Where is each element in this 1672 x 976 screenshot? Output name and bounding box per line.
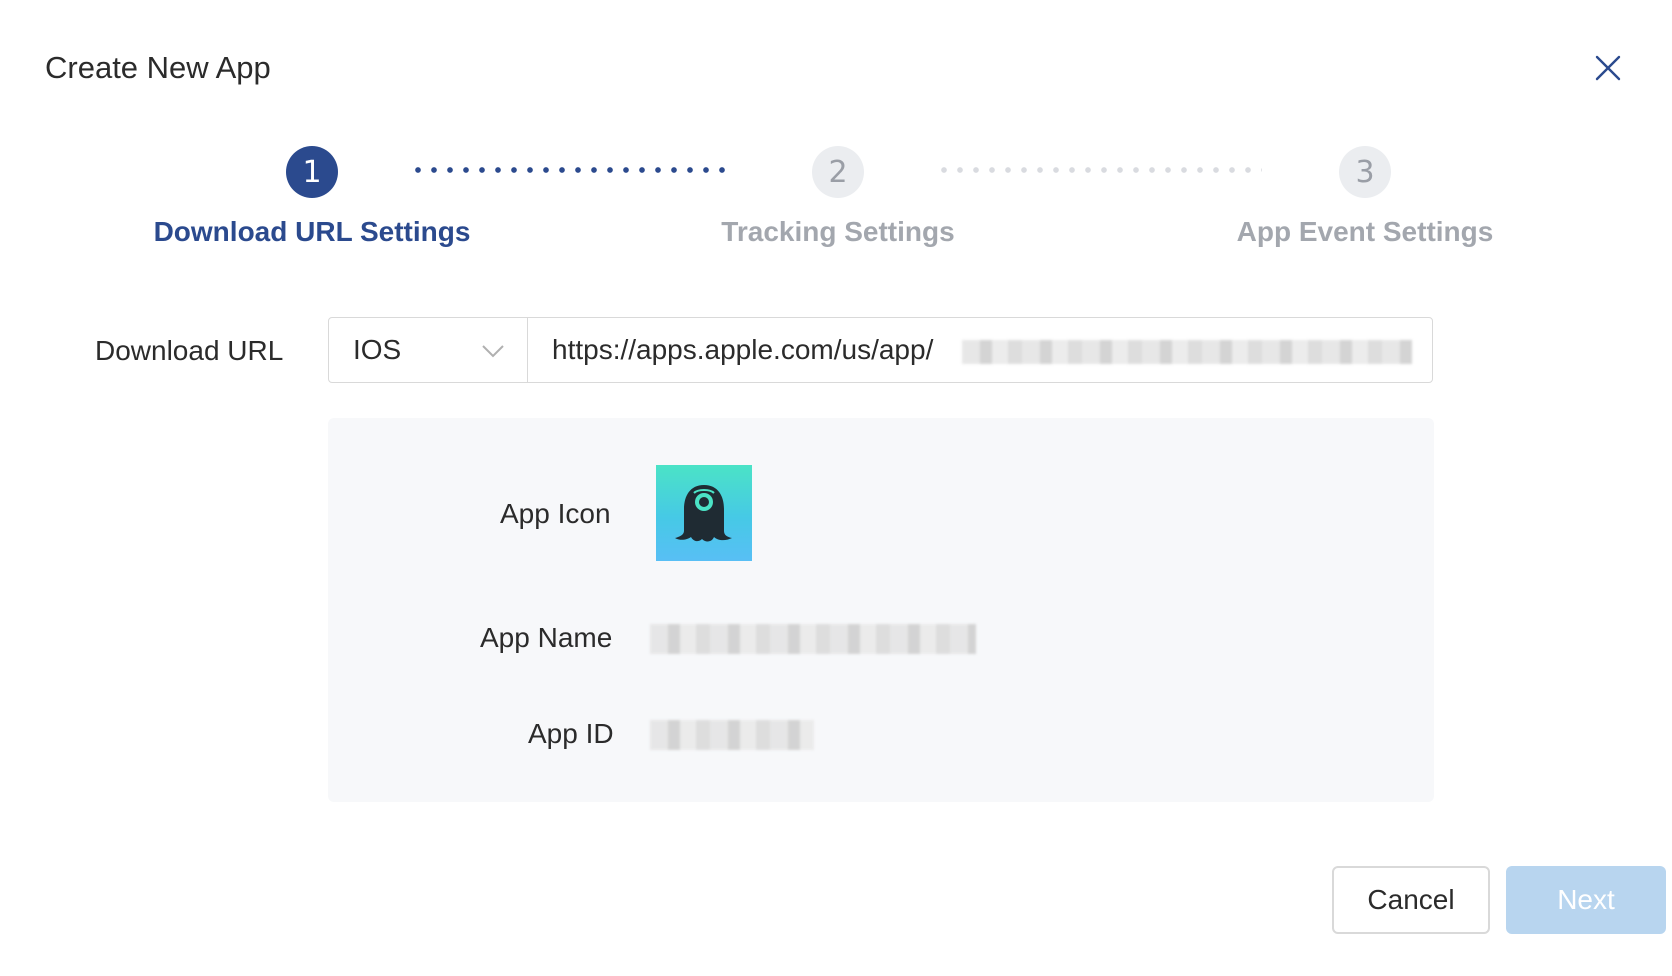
step-connector-1 xyxy=(410,167,726,173)
step-connector-2 xyxy=(936,167,1262,173)
step-2-label: Tracking Settings xyxy=(721,216,955,247)
platform-select[interactable]: IOS xyxy=(328,317,528,383)
next-button[interactable]: Next xyxy=(1506,866,1666,934)
redacted-app-id xyxy=(650,720,814,750)
cancel-button[interactable]: Cancel xyxy=(1332,866,1490,934)
app-name-label: App Name xyxy=(480,622,613,653)
chevron-down-icon xyxy=(481,344,505,358)
app-icon-image xyxy=(656,465,752,561)
step-1-number: 1 xyxy=(286,146,338,198)
step-2-number: 2 xyxy=(812,146,864,198)
step-1-label: Download URL Settings xyxy=(153,216,471,247)
platform-select-value: IOS xyxy=(353,334,402,365)
step-3-number: 3 xyxy=(1339,146,1391,198)
download-url-value: https://apps.apple.com/us/app/ xyxy=(552,334,934,365)
redacted-app-name xyxy=(650,624,976,654)
redacted-url-segment xyxy=(962,340,1412,364)
download-url-input[interactable]: https://apps.apple.com/us/app/ xyxy=(527,317,1433,383)
close-icon[interactable] xyxy=(1588,48,1628,88)
app-icon-label: App Icon xyxy=(500,498,611,529)
dialog-title: Create New App xyxy=(45,50,271,85)
app-info-panel xyxy=(328,418,1434,802)
create-app-dialog: Create New App 1 2 3 Download URL Settin… xyxy=(0,0,1672,976)
download-url-label: Download URL xyxy=(95,335,284,366)
step-3-label: App Event Settings xyxy=(1236,216,1494,247)
app-id-label: App ID xyxy=(528,718,614,749)
